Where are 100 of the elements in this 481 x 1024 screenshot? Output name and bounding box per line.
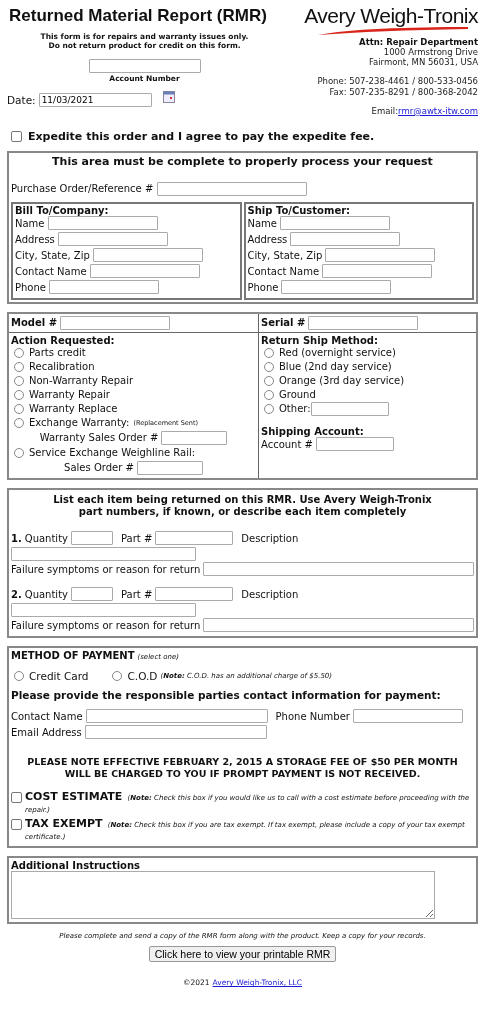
checkbox[interactable] (11, 818, 22, 830)
sales-order-field[interactable] (136, 460, 203, 475)
text-field[interactable] (325, 248, 436, 263)
option-label: Warranty Repair (29, 389, 110, 401)
radio-button[interactable] (14, 447, 24, 458)
quantity-field[interactable] (71, 587, 113, 602)
email-label: Email: (371, 105, 399, 116)
section-heading: Additional Instructions (11, 860, 142, 872)
phone-numbers: Phone: 507-238-4461 / 800-533-0456 Fax: 507-235-8291 / 800-368-2042 (317, 76, 478, 97)
field-label: Date: (7, 94, 36, 106)
part-number-field[interactable] (155, 531, 234, 546)
section-heading: This area must be complete to properly process your request (51, 153, 434, 170)
option-label: Orange (3rd day service) (279, 375, 405, 387)
panel-heading: Bill To/Company: (15, 204, 110, 216)
text-field[interactable] (290, 232, 401, 247)
mailing-address: 1000 Armstrong Drive Fairmont, MN 56031, USA (368, 47, 478, 68)
department-name: Attn: Repair Department (359, 37, 478, 47)
text-field[interactable] (49, 280, 159, 295)
expedite-checkbox[interactable] (11, 130, 22, 142)
radio-button[interactable] (112, 670, 123, 681)
text-field[interactable] (89, 264, 200, 279)
calendar-icon[interactable] (162, 91, 175, 103)
panel-heading: Ship To/Customer: (247, 204, 352, 216)
option-label: Ground (279, 389, 316, 401)
field-label: Phone (247, 281, 279, 293)
text-field[interactable] (280, 216, 390, 231)
sales-order-field[interactable] (161, 430, 228, 445)
failure-reason-field[interactable] (203, 618, 474, 633)
item-number: 1. (11, 532, 22, 544)
item-number: 2. (11, 588, 22, 600)
page-title: Returned Material Report (RMR) (9, 6, 267, 26)
contact-name-field[interactable] (85, 709, 268, 724)
radio-button[interactable] (264, 347, 274, 358)
text-field[interactable] (92, 248, 203, 263)
text-field[interactable] (322, 264, 433, 279)
text-field[interactable] (47, 216, 158, 231)
field-label: Name (15, 217, 45, 229)
field-label: City, State, Zip (15, 249, 90, 261)
field-label: Model # (11, 317, 58, 329)
radio-button[interactable] (14, 417, 24, 428)
radio-button[interactable] (264, 403, 274, 414)
radio-button[interactable] (264, 389, 274, 400)
field-label: Warranty Sales Order # (39, 432, 159, 444)
swoosh-icon (318, 27, 469, 35)
radio-button[interactable] (14, 389, 24, 400)
print-button[interactable]: Click here to view your printable RMR (148, 946, 337, 963)
radio-button[interactable] (264, 375, 274, 386)
group-heading: Action Requested: (11, 334, 116, 346)
purchase-order-field[interactable] (157, 181, 308, 196)
option-label: Service Exchange Weighline Rail: (29, 447, 196, 459)
text-field[interactable] (57, 232, 168, 247)
field-label: Part # (121, 588, 153, 600)
checkbox[interactable] (11, 791, 22, 803)
field-label: Contact Name (11, 710, 83, 722)
field-label: Failure symptoms or reason for return (11, 563, 201, 575)
radio-button[interactable] (264, 361, 274, 372)
shipping-account-field[interactable] (315, 437, 394, 452)
email-address-field[interactable] (84, 725, 267, 740)
option-label: Parts credit (29, 347, 86, 359)
radio-button[interactable] (14, 403, 24, 414)
quantity-field[interactable] (71, 531, 113, 546)
email-link[interactable]: rmr@awtx-itw.com (398, 105, 478, 116)
field-label: Purchase Order/Reference # (11, 183, 154, 195)
instructions-field[interactable] (11, 871, 435, 920)
option-label: C.O.D (127, 669, 158, 682)
field-label: Quantity (24, 532, 68, 544)
field-label: Contact Name (15, 265, 87, 277)
serial-number-field[interactable] (308, 315, 419, 330)
radio-button[interactable] (14, 361, 24, 372)
radio-button[interactable] (14, 347, 24, 358)
company-logo: Avery Weigh-Tronix (304, 4, 478, 28)
field-label: Description (241, 588, 299, 600)
radio-button[interactable] (14, 670, 24, 681)
part-number-field[interactable] (155, 587, 234, 602)
option-label: Credit Card (29, 669, 89, 682)
option-label: Non-Warranty Repair (29, 375, 134, 387)
field-label: Account # (261, 438, 313, 450)
field-label: City, State, Zip (247, 249, 323, 261)
account-number-field[interactable] (88, 59, 201, 73)
field-label: Address (15, 233, 55, 245)
date-field[interactable]: 11/03/2021 (38, 93, 152, 107)
field-label: Description (241, 532, 299, 544)
description-field[interactable] (11, 546, 196, 561)
model-number-field[interactable] (60, 315, 171, 330)
field-label: Name (247, 217, 277, 229)
option-label: Exchange Warranty: (29, 417, 130, 429)
phone-number-field[interactable] (352, 709, 463, 724)
field-label: Serial # (261, 317, 306, 329)
group-heading: Return Ship Method: (261, 334, 379, 346)
subheading: Please provide the responsible parties contact information for payment: (11, 688, 442, 701)
checkbox-label: Expedite this order and I agree to pay the expedite fee. (28, 129, 375, 143)
option-label: Blue (2nd day service) (279, 361, 392, 373)
field-label: Contact Name (247, 265, 320, 277)
text-field[interactable] (281, 280, 392, 295)
failure-reason-field[interactable] (203, 562, 474, 577)
description-field[interactable] (11, 602, 196, 617)
other-method-field[interactable] (310, 401, 389, 416)
field-label: Part # (121, 532, 153, 544)
field-label: Email Address (11, 726, 82, 738)
radio-button[interactable] (14, 375, 24, 386)
